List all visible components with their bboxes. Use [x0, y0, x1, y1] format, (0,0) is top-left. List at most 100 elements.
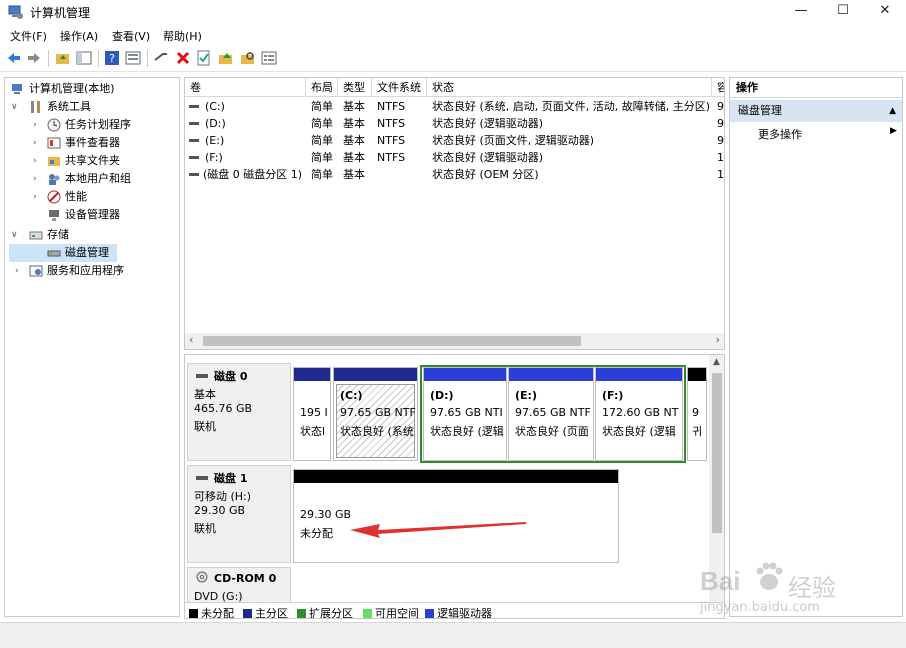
actions-group-disk-management[interactable]: 磁盘管理 ▲: [730, 100, 902, 122]
up-folder-icon[interactable]: [55, 50, 71, 66]
expanded-chevron-icon[interactable]: ∨: [11, 98, 21, 116]
more-actions[interactable]: 更多操作: [758, 126, 802, 142]
partition-status: 状态良好 (页面: [515, 425, 589, 438]
collapsed-chevron-icon[interactable]: ›: [33, 134, 43, 152]
table-row[interactable]: (C:) 简单 基本 NTFS 状态良好 (系统, 启动, 页面文件, 活动, …: [185, 98, 724, 115]
cell-status: 状态良好 (逻辑驱动器): [432, 117, 544, 130]
column-header-volume[interactable]: 卷: [185, 78, 306, 97]
partition-size: 97.65 GB NTF: [515, 406, 591, 419]
legend-item: 扩展分区: [297, 605, 353, 618]
cdrom-label[interactable]: CD-ROM 0 DVD (G:): [187, 567, 291, 607]
volume-icon: [189, 122, 199, 125]
scroll-left-icon[interactable]: ‹: [189, 333, 193, 346]
close-button[interactable]: ✕: [864, 0, 906, 22]
forward-arrow-icon[interactable]: [26, 50, 42, 66]
partition-status: 귀: [692, 425, 703, 438]
delete-icon[interactable]: [175, 50, 191, 66]
connect-icon[interactable]: [153, 50, 169, 66]
annotation-arrow-icon: [350, 522, 526, 538]
shared-folder-icon: [48, 157, 60, 166]
cell-volume: (F:): [205, 151, 223, 164]
cell-volume: (C:): [205, 100, 225, 113]
table-row[interactable]: (磁盘 0 磁盘分区 1) 简单 基本 状态良好 (OEM 分区) 1: [185, 166, 724, 183]
column-header-layout[interactable]: 布局: [306, 78, 338, 97]
computer-management-icon: [8, 5, 23, 19]
scrollbar-thumb[interactable]: [712, 373, 722, 533]
cell-capacity: 9: [717, 117, 724, 130]
more-actions-label: 更多操作: [758, 128, 802, 141]
menu-view[interactable]: 查看(V): [112, 28, 150, 44]
disk-1-label[interactable]: 磁盘 1 可移动 (H:) 29.30 GB 联机: [187, 465, 291, 563]
partition-oem[interactable]: 195 I 状态l: [293, 367, 331, 461]
legend-item: 主分区: [243, 605, 288, 618]
menu-file[interactable]: 文件(F): [10, 28, 47, 44]
disk-management-icon: [47, 250, 61, 257]
disk-name: CD-ROM 0: [214, 572, 277, 585]
cell-type: 基本: [343, 100, 365, 113]
scrollbar-thumb[interactable]: [203, 336, 581, 346]
tree-label: 设备管理器: [65, 208, 120, 221]
collapse-up-icon[interactable]: ▲: [889, 100, 896, 122]
disk-size: 465.76 GB: [194, 402, 253, 415]
cell-type: 基本: [343, 151, 365, 164]
horizontal-scrollbar[interactable]: ‹ ›: [185, 333, 724, 349]
partition-d[interactable]: (D:) 97.65 GB NTI 状态良好 (逻辑: [423, 367, 507, 461]
partition-f[interactable]: (F:) 172.60 GB NT 状态良好 (逻辑: [595, 367, 683, 461]
cell-filesystem: NTFS: [377, 100, 406, 113]
maximize-button[interactable]: ☐: [822, 0, 864, 22]
collapsed-chevron-icon[interactable]: ›: [33, 152, 43, 170]
collapsed-chevron-icon[interactable]: ›: [33, 188, 43, 206]
legend-swatch: [189, 609, 198, 618]
table-row[interactable]: (D:) 简单 基本 NTFS 状态良好 (逻辑驱动器) 9: [185, 115, 724, 132]
column-header-status[interactable]: 状态: [427, 78, 712, 97]
show-hide-tree-icon[interactable]: [76, 50, 92, 66]
cell-layout: 简单: [311, 151, 333, 164]
expanded-chevron-icon[interactable]: ∨: [11, 226, 21, 244]
watermark-brand: Bai: [700, 566, 741, 596]
system-tools-icon: [31, 101, 40, 113]
cell-type: 基本: [343, 168, 365, 181]
partition-bar: [596, 368, 682, 381]
cell-capacity: 9: [717, 100, 724, 113]
cell-status: 状态良好 (页面文件, 逻辑驱动器): [432, 134, 595, 147]
cell-layout: 简单: [311, 117, 333, 130]
column-header-filesystem[interactable]: 文件系统: [372, 78, 427, 97]
menu-action[interactable]: 操作(A): [60, 28, 98, 44]
collapsed-chevron-icon[interactable]: ›: [33, 170, 43, 188]
folder-up-green-icon[interactable]: [218, 50, 234, 66]
list-view-icon[interactable]: [261, 50, 277, 66]
partition-bar: [424, 368, 506, 381]
toolbar: ?: [0, 46, 906, 72]
tree-item-disk-management[interactable]: 磁盘管理: [9, 244, 117, 262]
disk-name: 磁盘 0: [214, 370, 248, 383]
tree-label: 计算机管理(本地): [29, 82, 115, 95]
partition-trailing[interactable]: 9 귀: [687, 367, 707, 461]
menu-help[interactable]: 帮助(H): [163, 28, 202, 44]
minimize-button[interactable]: —: [780, 0, 822, 22]
cell-capacity: 1: [717, 168, 724, 181]
help-icon[interactable]: ?: [104, 50, 120, 66]
cell-layout: 简单: [311, 168, 333, 181]
collapsed-chevron-icon[interactable]: ›: [33, 116, 43, 134]
checklist-icon[interactable]: [196, 50, 212, 66]
table-row[interactable]: (E:) 简单 基本 NTFS 状态良好 (页面文件, 逻辑驱动器) 9: [185, 132, 724, 149]
back-arrow-icon[interactable]: [6, 50, 22, 66]
scroll-up-icon[interactable]: ▲: [713, 357, 720, 367]
properties-view-icon[interactable]: [125, 50, 141, 66]
cell-filesystem: NTFS: [377, 151, 406, 164]
partition-title: (C:): [340, 389, 363, 402]
cell-status: 状态良好 (系统, 启动, 页面文件, 活动, 故障转储, 主分区): [432, 100, 711, 113]
partition-size: 29.30 GB: [300, 508, 352, 521]
partition-e[interactable]: (E:) 97.65 GB NTF 状态良好 (页面: [508, 367, 594, 461]
column-header-capacity[interactable]: 容: [712, 78, 724, 97]
partition-bar: [334, 368, 417, 381]
submenu-arrow-icon[interactable]: ▶: [890, 126, 897, 136]
table-row[interactable]: (F:) 简单 基本 NTFS 状态良好 (逻辑驱动器) 1: [185, 149, 724, 166]
search-folder-icon[interactable]: [240, 50, 256, 66]
collapsed-chevron-icon[interactable]: ›: [15, 262, 25, 280]
watermark-url: jingyan.baidu.com: [700, 600, 820, 615]
scroll-right-icon[interactable]: ›: [716, 333, 720, 346]
disk-0-label[interactable]: 磁盘 0 基本 465.76 GB 联机: [187, 363, 291, 461]
partition-c[interactable]: (C:) 97.65 GB NTF 状态良好 (系统: [333, 367, 418, 461]
column-header-type[interactable]: 类型: [338, 78, 372, 97]
